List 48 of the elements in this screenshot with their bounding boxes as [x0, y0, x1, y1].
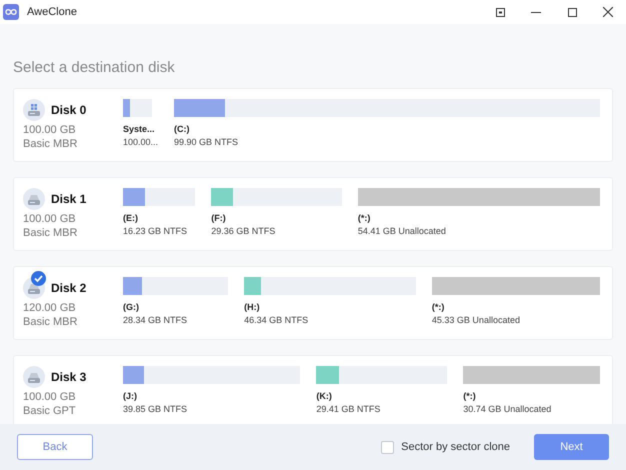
sector-clone-label: Sector by sector clone: [401, 440, 510, 455]
disk-card[interactable]: Disk 3 100.00 GB Basic GPT (J:) 39.85 GB NTFS (K:) 29.41 GB NTFS (*:) 30.74 GB Unallocated: [13, 355, 613, 424]
disk-card[interactable]: Disk 1 100.00 GB Basic MBR (E:) 16.23 GB NTFS (F:) 29.36 GB NTFS (*:) 54.41 GB Unallocated: [13, 177, 613, 251]
partition-label: (F:): [211, 212, 226, 225]
partition-label: (*:): [463, 390, 476, 403]
close-icon: [603, 7, 613, 17]
disk-card[interactable]: Disk 0 100.00 GB Basic MBR Syste... 100.00... (C:) 99.90 GB NTFS: [13, 88, 613, 162]
disk-capacity: 120.00 GB: [23, 301, 77, 315]
app-logo-icon: [3, 4, 19, 20]
partition-label: (H:): [244, 301, 260, 314]
disk-type: Basic MBR: [23, 315, 78, 329]
partition-label: (C:): [174, 123, 190, 136]
partition-size: 39.85 GB NTFS: [123, 403, 188, 416]
page-heading: Select a destination disk: [13, 58, 176, 78]
sector-clone-checkbox[interactable]: [381, 440, 394, 454]
disk-type: Basic MBR: [23, 137, 78, 151]
partition-label: (E:): [123, 212, 138, 225]
disk-type: Basic GPT: [23, 404, 77, 418]
partition-size: 100.00...: [123, 136, 158, 149]
disk-capacity: 100.00 GB: [23, 390, 77, 404]
disk-card[interactable]: Disk 2 120.00 GB Basic MBR (G:) 28.34 GB NTFS (H:) 46.34 GB NTFS (*:) 45.33 GB Unallocated: [13, 266, 613, 340]
partition-size: 99.90 GB NTFS: [174, 136, 238, 149]
partition-label: (J:): [123, 390, 137, 403]
disk-capacity: 100.00 GB: [23, 212, 77, 226]
partition-size: 30.74 GB Unallocated: [463, 403, 552, 416]
disk-type: Basic MBR: [23, 226, 78, 240]
partition-size: 29.36 GB NTFS: [211, 225, 276, 238]
disk-name: Disk 3: [51, 369, 86, 386]
hard-drive-icon: [23, 188, 45, 210]
partition-size: 28.34 GB NTFS: [123, 314, 188, 327]
partition-size: 45.33 GB Unallocated: [432, 314, 520, 327]
partition-size: 29.41 GB NTFS: [316, 403, 380, 416]
partition-size: 16.23 GB NTFS: [123, 225, 188, 238]
disk-name: Disk 0: [51, 102, 86, 119]
maximize-icon: [568, 8, 576, 16]
window-title: AweClone: [27, 4, 77, 20]
partition-size: 46.34 GB NTFS: [244, 314, 308, 327]
hard-drive-icon: [23, 366, 45, 388]
partition-label: Syste...: [123, 123, 155, 136]
partition-label: (K:): [316, 390, 332, 403]
partition-label: (*:): [358, 212, 370, 225]
disk-capacity: 100.00 GB: [23, 123, 77, 137]
disk-name: Disk 1: [51, 191, 86, 208]
partition-label: (*:): [432, 301, 444, 314]
partition-label: (G:): [123, 301, 139, 314]
disk-name: Disk 2: [51, 280, 86, 297]
system-drive-icon: [23, 99, 45, 121]
partition-size: 54.41 GB Unallocated: [358, 225, 446, 238]
